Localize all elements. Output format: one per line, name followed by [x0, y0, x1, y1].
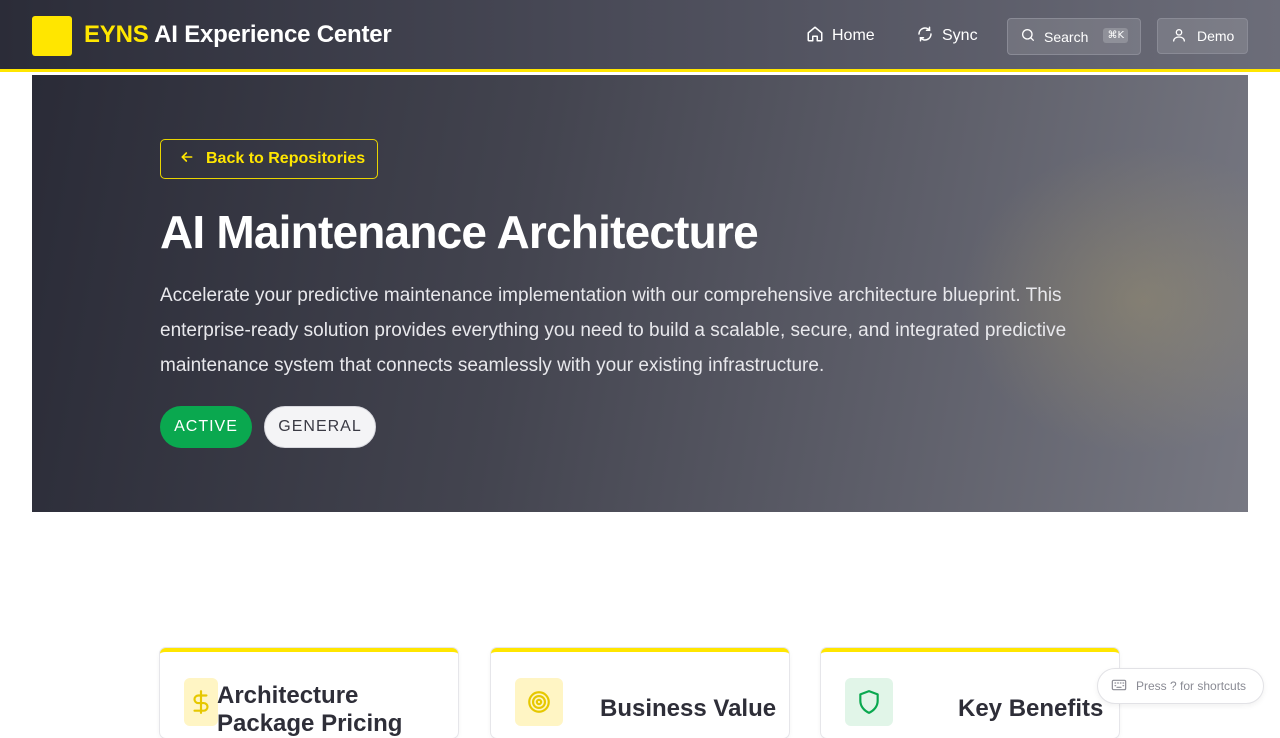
- pricing-card[interactable]: Architecture Package Pricing: [160, 648, 458, 738]
- user-label: Demo: [1197, 28, 1235, 44]
- nav-sync-link[interactable]: Sync: [916, 24, 978, 48]
- card-title: Business Value: [600, 695, 777, 722]
- top-navbar: EYNS AI Experience Center Home Sync Sear…: [0, 0, 1280, 72]
- back-label: Back to Repositories: [206, 150, 366, 167]
- category-badge: GENERAL: [264, 406, 376, 448]
- sync-icon: [916, 25, 934, 48]
- search-label: Search: [1044, 28, 1089, 45]
- home-icon: [806, 25, 824, 48]
- shield-icon: [845, 678, 893, 726]
- dollar-icon: [184, 678, 218, 726]
- shortcut-hint-label: Press ? for shortcuts: [1136, 679, 1247, 693]
- user-icon: [1171, 27, 1187, 46]
- hero-section: Back to Repositories AI Maintenance Arch…: [32, 75, 1248, 512]
- page-description: Accelerate your predictive maintenance i…: [160, 285, 1067, 376]
- nav-sync-label: Sync: [942, 27, 978, 44]
- page-title: AI Maintenance Architecture: [160, 206, 759, 258]
- brand-name: AI Experience Center: [148, 21, 392, 48]
- card-title: Key Benefits: [958, 695, 1104, 722]
- arrow-left-icon: [179, 149, 195, 170]
- brand-title[interactable]: EYNS AI Experience Center: [84, 21, 392, 49]
- logo[interactable]: [32, 16, 72, 56]
- brand-accent: EYNS: [84, 21, 149, 48]
- target-icon: [515, 678, 563, 726]
- search-icon: [1020, 27, 1036, 46]
- user-menu-button[interactable]: Demo: [1157, 18, 1248, 54]
- back-to-repositories-button[interactable]: Back to Repositories: [160, 139, 378, 179]
- key-benefits-card[interactable]: Key Benefits: [821, 648, 1119, 738]
- shortcut-hint[interactable]: Press ? for shortcuts: [1097, 668, 1264, 704]
- nav-home-label: Home: [832, 27, 875, 44]
- search-button[interactable]: Search ⌘K: [1007, 18, 1141, 55]
- nav-home-link[interactable]: Home: [806, 24, 875, 48]
- card-title: Architecture Package Pricing: [217, 682, 403, 737]
- business-value-card[interactable]: Business Value: [491, 648, 789, 738]
- search-shortcut-badge: ⌘K: [1103, 28, 1128, 43]
- status-badge: ACTIVE: [160, 406, 252, 448]
- keyboard-icon: [1111, 677, 1127, 696]
